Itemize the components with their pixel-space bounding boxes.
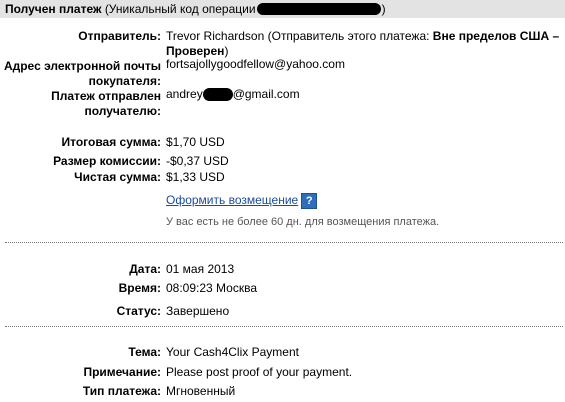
date-value: 01 мая 2013: [166, 262, 235, 276]
net-value: $1,33 USD: [166, 170, 225, 184]
net-label: Чистая сумма:: [74, 170, 161, 184]
recipient-email-prefix: andrey: [166, 87, 203, 101]
sender-note-end: ): [224, 44, 229, 58]
fee-value: -$0,37 USD: [166, 154, 229, 168]
transaction-code-redacted: [256, 2, 381, 15]
header-title: Получен платеж: [5, 2, 102, 16]
recipient-email-suffix: @gmail.com: [232, 87, 300, 101]
transaction-code-prefix: (Уникальный код операции: [104, 2, 256, 16]
sender-note: (Отправитель этого платежа:: [267, 29, 430, 43]
note-label: Примечание:: [83, 365, 161, 379]
payment-type-value: Мгновенный: [166, 384, 236, 398]
total-value: $1,70 USD: [166, 135, 225, 149]
refund-note: У вас есть не более 60 дн. для возмещени…: [166, 216, 440, 228]
subject-value: Your Cash4Clix Payment: [166, 345, 299, 359]
issue-refund-link[interactable]: Оформить возмещение: [166, 193, 298, 207]
payment-type-label: Тип платежа:: [82, 384, 161, 398]
recipient-email-redacted: [202, 88, 233, 102]
recipient-label-line2: получателю:: [84, 104, 161, 118]
sender-email-label-line1: Адрес электронной почты: [3, 59, 161, 73]
payment-header: Получен платеж (Уникальный код операции): [0, 0, 565, 18]
transaction-code-suffix: ): [381, 2, 386, 16]
sender-label: Отправитель:: [78, 29, 161, 43]
sender-email-value: fortsajollygoodfellow@yahoo.com: [166, 57, 345, 71]
sender-email-label: Адрес электронной почты покупателя:: [4, 59, 161, 89]
help-icon[interactable]: ?: [301, 193, 318, 209]
date-label: Дата:: [129, 262, 161, 276]
separator-2: [5, 326, 563, 327]
sender-value: Trevor Richardson (Отправитель этого пла…: [166, 29, 561, 59]
time-label: Время:: [118, 281, 161, 295]
status-label: Статус:: [116, 304, 161, 318]
note-value: Please post proof of your payment.: [166, 365, 353, 379]
subject-label: Тема:: [128, 345, 161, 359]
sender-email-label-line2: покупателя:: [88, 74, 161, 88]
recipient-label-line1: Платеж отправлен: [51, 89, 161, 103]
status-value: Завершено: [166, 304, 230, 318]
total-label: Итоговая сумма:: [61, 135, 161, 149]
separator-1: [5, 242, 563, 243]
time-value: 08:09:23 Москва: [166, 281, 258, 295]
refund-row: Оформить возмещение?: [166, 193, 318, 209]
recipient-email: andrey @gmail.com: [166, 87, 300, 102]
sender-name: Trevor Richardson: [166, 29, 265, 43]
header-text: Получен платеж (Уникальный код операции): [5, 0, 386, 18]
fee-label: Размер комиссии:: [53, 154, 161, 168]
recipient-label: Платеж отправлен получателю:: [51, 89, 161, 119]
